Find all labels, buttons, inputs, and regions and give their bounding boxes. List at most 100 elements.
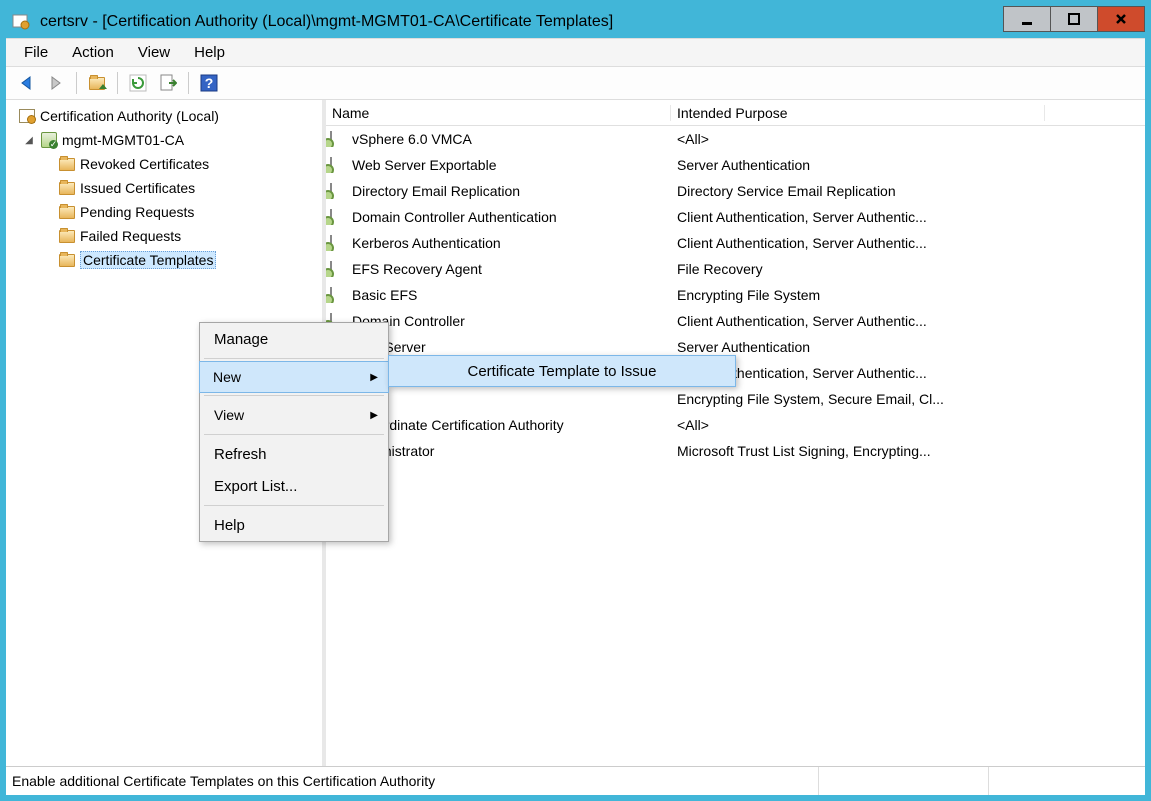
help-button[interactable]: ?: [195, 69, 223, 97]
tree-failed[interactable]: Failed Requests: [10, 224, 318, 248]
ctx-refresh[interactable]: Refresh: [200, 438, 388, 470]
menu-view[interactable]: View: [128, 40, 180, 65]
tree-root[interactable]: Certification Authority (Local): [10, 104, 318, 128]
menubar: File Action View Help: [6, 38, 1145, 66]
template-icon: [330, 209, 348, 225]
template-purpose: <All>: [671, 417, 1145, 433]
template-purpose: Directory Service Email Replication: [671, 183, 1145, 199]
ctx-help[interactable]: Help: [200, 509, 388, 541]
template-purpose: Server Authentication: [671, 339, 1145, 355]
tree-pending[interactable]: Pending Requests: [10, 200, 318, 224]
template-name: Web Server Exportable: [352, 157, 496, 173]
list-item[interactable]: EFS Recovery Agent File Recovery: [326, 256, 1145, 282]
list-item[interactable]: vSphere 6.0 VMCA <All>: [326, 126, 1145, 152]
list-body: vSphere 6.0 VMCA <All> Web Server Exportab…: [326, 126, 1145, 766]
list-item[interactable]: Basic EFS Encrypting File System: [326, 282, 1145, 308]
template-purpose: Encrypting File System: [671, 287, 1145, 303]
tree-issued[interactable]: Issued Certificates: [10, 176, 318, 200]
list-header: Name Intended Purpose: [326, 100, 1145, 126]
tree-templates[interactable]: Certificate Templates: [10, 248, 318, 272]
folder-icon: [58, 180, 76, 196]
content-area: Certification Authority (Local) ◢ mgmt-M…: [6, 100, 1145, 767]
folder-icon: [58, 204, 76, 220]
toolbar: ?: [6, 66, 1145, 100]
ctx-cert-template-to-issue[interactable]: Certificate Template to Issue: [388, 355, 736, 387]
template-purpose: Client Authentication, Server Authentic.…: [671, 209, 1145, 225]
template-name: Directory Email Replication: [352, 183, 520, 199]
ctx-view[interactable]: View▶: [200, 399, 388, 431]
template-purpose: <All>: [671, 131, 1145, 147]
titlebar[interactable]: certsrv - [Certification Authority (Loca…: [6, 6, 1145, 38]
template-purpose: Encrypting File System, Secure Email, Cl…: [671, 391, 1145, 407]
separator: [204, 358, 384, 359]
template-icon: [330, 183, 348, 199]
column-purpose[interactable]: Intended Purpose: [671, 105, 1045, 121]
template-name: EFS Recovery Agent: [352, 261, 482, 277]
back-button[interactable]: [12, 69, 40, 97]
submenu-arrow-icon: ▶: [370, 372, 378, 383]
template-purpose: File Recovery: [671, 261, 1145, 277]
template-purpose: Server Authentication: [671, 157, 1145, 173]
status-right: [989, 767, 1139, 795]
list-item[interactable]: Domain Controller Authentication Client A…: [326, 204, 1145, 230]
tree-revoked[interactable]: Revoked Certificates: [10, 152, 318, 176]
template-name: vSphere 6.0 VMCA: [352, 131, 472, 147]
list-pane[interactable]: Name Intended Purpose vSphere 6.0 VMCA <A…: [326, 100, 1145, 766]
template-name: Kerberos Authentication: [352, 235, 501, 251]
forward-button[interactable]: [42, 69, 70, 97]
list-item[interactable]: Web Server Exportable Server Authenticati…: [326, 152, 1145, 178]
separator: [204, 505, 384, 506]
template-name: Domain Controller Authentication: [352, 209, 557, 225]
ctx-export[interactable]: Export List...: [200, 470, 388, 502]
separator: [204, 434, 384, 435]
template-purpose: Client Authentication, Server Authentic.…: [671, 313, 1145, 329]
list-item[interactable]: AdministratorMicrosoft Trust List Signin…: [326, 438, 1145, 464]
tree-ca-node[interactable]: ◢ mgmt-MGMT01-CA: [10, 128, 318, 152]
list-item[interactable]: Kerberos Authentication Client Authentica…: [326, 230, 1145, 256]
submenu-arrow-icon: ▶: [370, 410, 378, 421]
list-item[interactable]: UserEncrypting File System, Secure Email…: [326, 386, 1145, 412]
template-icon: [330, 287, 348, 303]
list-item[interactable]: Domain ControllerClient Authentication, …: [326, 308, 1145, 334]
status-text: Enable additional Certificate Templates …: [12, 767, 819, 795]
up-button[interactable]: [83, 69, 111, 97]
ctx-new[interactable]: New▶: [199, 361, 389, 393]
folder-icon: [58, 156, 76, 172]
folder-icon: [58, 228, 76, 244]
menu-action[interactable]: Action: [62, 40, 124, 65]
folder-icon: [58, 252, 76, 268]
template-icon: [330, 131, 348, 147]
svg-text:?: ?: [205, 75, 214, 91]
toolbar-separator: [76, 72, 77, 94]
certsrv-window: certsrv - [Certification Authority (Loca…: [6, 6, 1145, 795]
window-controls: [1004, 6, 1145, 38]
template-icon: [330, 261, 348, 277]
template-icon: [330, 157, 348, 173]
ca-root-icon: [18, 108, 36, 124]
menu-file[interactable]: File: [14, 40, 58, 65]
column-name[interactable]: Name: [326, 105, 671, 121]
menu-help[interactable]: Help: [184, 40, 235, 65]
window-title: certsrv - [Certification Authority (Loca…: [40, 13, 1004, 31]
template-purpose: Client Authentication, Server Authentic.…: [671, 365, 1145, 381]
ctx-manage[interactable]: Manage: [200, 323, 388, 355]
export-button[interactable]: [154, 69, 182, 97]
template-purpose: Client Authentication, Server Authentic.…: [671, 235, 1145, 251]
app-icon: [12, 13, 30, 31]
template-name: Basic EFS: [352, 287, 417, 303]
refresh-button[interactable]: [124, 69, 152, 97]
maximize-button[interactable]: [1050, 6, 1098, 32]
statusbar: Enable additional Certificate Templates …: [6, 767, 1145, 795]
close-button[interactable]: [1097, 6, 1145, 32]
collapse-icon[interactable]: ◢: [22, 135, 36, 146]
list-item[interactable]: Directory Email Replication Directory Ser…: [326, 178, 1145, 204]
minimize-button[interactable]: [1003, 6, 1051, 32]
list-item[interactable]: Subordinate Certification Authority<All>: [326, 412, 1145, 438]
toolbar-separator: [117, 72, 118, 94]
ca-icon: [40, 132, 58, 148]
template-purpose: Microsoft Trust List Signing, Encrypting…: [671, 443, 1145, 459]
toolbar-separator: [188, 72, 189, 94]
separator: [204, 395, 384, 396]
status-mid: [819, 767, 989, 795]
template-icon: [330, 235, 348, 251]
